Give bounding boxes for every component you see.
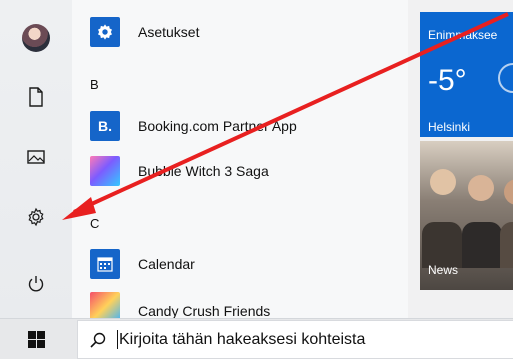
app-item-booking[interactable]: B. Booking.com Partner App xyxy=(90,108,410,144)
text-caret xyxy=(117,330,118,349)
news-person-body xyxy=(500,222,513,268)
news-label: News xyxy=(428,263,459,277)
start-menu-left-rail xyxy=(0,0,72,318)
news-person-body xyxy=(462,222,502,268)
start-button[interactable] xyxy=(0,319,72,359)
tile-gap xyxy=(420,0,513,12)
app-label: Bubble Witch 3 Saga xyxy=(138,163,269,179)
weather-city: Helsinki xyxy=(428,120,471,134)
news-person-body xyxy=(422,222,462,268)
gear-icon xyxy=(90,17,120,47)
app-item-bubble-witch[interactable]: Bubble Witch 3 Saga xyxy=(90,153,410,189)
weather-temperature: -5° xyxy=(428,64,467,97)
power-icon xyxy=(28,276,44,292)
pictures-icon xyxy=(27,150,45,164)
documents-icon xyxy=(29,87,43,107)
avatar xyxy=(22,24,50,52)
group-letter-c[interactable]: C xyxy=(90,216,99,231)
windows-logo-icon xyxy=(27,330,45,348)
app-list: Asetukset B B. Booking.com Partner App B… xyxy=(72,0,408,318)
app-label: Calendar xyxy=(138,256,195,272)
app-item-asetukset[interactable]: Asetukset xyxy=(90,14,410,50)
taskbar-search-box[interactable]: Kirjoita tähän hakeaksesi kohteista xyxy=(77,320,513,359)
news-person-head xyxy=(468,175,494,201)
power-button[interactable] xyxy=(20,268,52,300)
settings-button[interactable] xyxy=(20,201,52,233)
bubble-witch-icon xyxy=(90,156,120,186)
booking-icon: B. xyxy=(90,111,120,141)
app-item-calendar[interactable]: Calendar xyxy=(90,246,410,282)
documents-button[interactable] xyxy=(20,81,52,113)
app-item-candy-crush[interactable]: Candy Crush Friends xyxy=(90,292,410,318)
user-avatar[interactable] xyxy=(20,22,52,54)
group-letter-b[interactable]: B xyxy=(90,77,99,92)
news-person-head xyxy=(504,179,513,205)
weather-tile[interactable]: Enimmäksee -5° Helsinki xyxy=(420,0,513,137)
app-label: Asetukset xyxy=(138,24,200,40)
settings-icon xyxy=(28,207,44,227)
search-icon xyxy=(90,332,106,348)
tiles-area: Enimmäksee -5° Helsinki News xyxy=(408,0,513,318)
booking-icon-text: B. xyxy=(98,118,112,134)
candy-crush-icon xyxy=(90,292,120,318)
news-person-head xyxy=(430,169,456,195)
app-label: Candy Crush Friends xyxy=(138,303,271,318)
calendar-icon xyxy=(90,249,120,279)
taskbar: Kirjoita tähän hakeaksesi kohteista xyxy=(0,318,513,359)
news-tile[interactable]: News xyxy=(420,141,513,290)
weather-condition: Enimmäksee xyxy=(428,28,498,42)
pictures-button[interactable] xyxy=(20,141,52,173)
app-label: Booking.com Partner App xyxy=(138,118,297,134)
search-placeholder: Kirjoita tähän hakeaksesi kohteista xyxy=(119,330,366,348)
